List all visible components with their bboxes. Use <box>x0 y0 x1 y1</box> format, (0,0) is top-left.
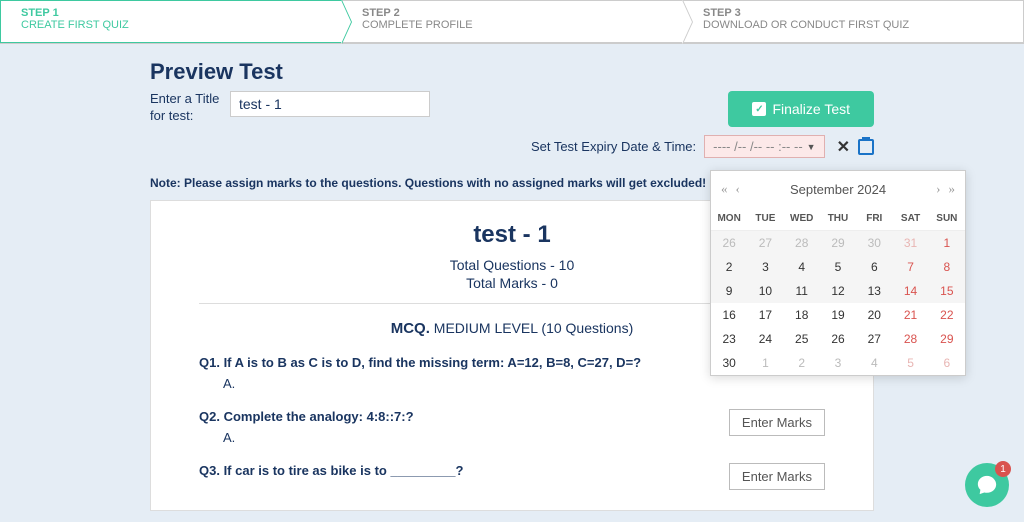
calendar-day[interactable]: 3 <box>747 255 783 279</box>
calendar-day[interactable]: 11 <box>784 279 820 303</box>
dow-header: WED <box>784 207 820 231</box>
expiry-placeholder: ---- /-- /-- -- :-- -- <box>713 139 803 154</box>
step-number: STEP 1 <box>21 7 321 19</box>
calendar-day[interactable]: 1 <box>747 351 783 375</box>
question-row: Q3. If car is to tire as bike is to ____… <box>199 463 825 490</box>
calendar-day[interactable]: 1 <box>929 231 965 255</box>
enter-marks-button[interactable]: Enter Marks <box>729 409 825 436</box>
option-a: A. <box>223 430 729 445</box>
calendar-last-button[interactable]: » <box>945 179 960 199</box>
section-meta: MEDIUM LEVEL (10 Questions) <box>434 320 633 336</box>
calendar-day[interactable]: 4 <box>856 351 892 375</box>
section-type: MCQ. <box>391 320 430 337</box>
calendar-day[interactable]: 20 <box>856 303 892 327</box>
question-row: Q2. Complete the analogy: 4:8::7:? A. En… <box>199 409 825 445</box>
step-1[interactable]: STEP 1 CREATE FIRST QUIZ <box>0 0 342 43</box>
calendar-day[interactable]: 2 <box>784 351 820 375</box>
calendar-day[interactable]: 16 <box>711 303 747 327</box>
step-number: STEP 3 <box>703 7 1003 19</box>
calendar-day[interactable]: 29 <box>820 231 856 255</box>
calendar-day[interactable]: 14 <box>892 279 928 303</box>
calendar-day[interactable]: 27 <box>856 327 892 351</box>
step-number: STEP 2 <box>362 7 662 19</box>
check-icon: ✓ <box>752 102 766 116</box>
calendar-day[interactable]: 3 <box>820 351 856 375</box>
finalize-test-button[interactable]: ✓ Finalize Test <box>728 91 874 127</box>
calendar-day[interactable]: 22 <box>929 303 965 327</box>
calendar-grid: MON TUE WED THU FRI SAT SUN <box>711 207 965 231</box>
calendar-day[interactable]: 5 <box>820 255 856 279</box>
calendar-day[interactable]: 6 <box>856 255 892 279</box>
calendar-day[interactable]: 24 <box>747 327 783 351</box>
calendar-day[interactable]: 5 <box>892 351 928 375</box>
calendar-day[interactable]: 4 <box>784 255 820 279</box>
expiry-label: Set Test Expiry Date & Time: <box>531 139 696 154</box>
calendar-toggle-icon[interactable] <box>858 139 874 155</box>
calendar-day[interactable]: 10 <box>747 279 783 303</box>
calendar-day[interactable]: 13 <box>856 279 892 303</box>
chat-button[interactable]: 1 <box>965 463 1009 507</box>
dow-header: MON <box>711 207 747 231</box>
calendar-day[interactable]: 31 <box>892 231 928 255</box>
calendar-day[interactable]: 19 <box>820 303 856 327</box>
chat-icon <box>976 474 998 496</box>
calendar-day[interactable]: 26 <box>820 327 856 351</box>
calendar-day[interactable]: 26 <box>711 231 747 255</box>
calendar-month-label: September 2024 <box>744 182 932 197</box>
step-title: COMPLETE PROFILE <box>362 19 662 31</box>
page-title: Preview Test <box>150 59 874 85</box>
calendar-day[interactable]: 28 <box>784 231 820 255</box>
question-text: Q3. If car is to tire as bike is to ____… <box>199 463 729 478</box>
calendar-first-button[interactable]: « <box>717 179 732 199</box>
dow-header: THU <box>820 207 856 231</box>
test-title-input[interactable] <box>230 91 430 117</box>
calendar-day[interactable]: 21 <box>892 303 928 327</box>
question-text: Q2. Complete the analogy: 4:8::7:? <box>199 409 729 424</box>
calendar-day[interactable]: 2 <box>711 255 747 279</box>
dow-header: SUN <box>929 207 965 231</box>
step-2[interactable]: STEP 2 COMPLETE PROFILE <box>342 0 683 43</box>
test-title-label: Enter a Title for test: <box>150 91 220 125</box>
clear-date-button[interactable]: ✕ <box>837 137 850 157</box>
calendar-day[interactable]: 6 <box>929 351 965 375</box>
step-title: CREATE FIRST QUIZ <box>21 19 321 31</box>
calendar-next-button[interactable]: › <box>932 179 944 199</box>
calendar-day[interactable]: 30 <box>711 351 747 375</box>
expiry-datetime-input[interactable]: ---- /-- /-- -- :-- -- ▼ <box>704 135 824 158</box>
calendar-prev-button[interactable]: ‹ <box>732 179 744 199</box>
dow-header: SAT <box>892 207 928 231</box>
chat-notification-badge: 1 <box>995 461 1011 477</box>
enter-marks-button[interactable]: Enter Marks <box>729 463 825 490</box>
calendar-day[interactable]: 18 <box>784 303 820 327</box>
calendar-day[interactable]: 9 <box>711 279 747 303</box>
calendar-day[interactable]: 7 <box>892 255 928 279</box>
calendar-day[interactable]: 30 <box>856 231 892 255</box>
calendar-day[interactable]: 28 <box>892 327 928 351</box>
calendar-day[interactable]: 23 <box>711 327 747 351</box>
option-a: A. <box>223 376 825 391</box>
finalize-label: Finalize Test <box>772 101 850 117</box>
chevron-down-icon: ▼ <box>807 142 816 152</box>
step-3[interactable]: STEP 3 DOWNLOAD OR CONDUCT FIRST QUIZ <box>683 0 1024 43</box>
calendar-day[interactable]: 25 <box>784 327 820 351</box>
progress-stepper: STEP 1 CREATE FIRST QUIZ STEP 2 COMPLETE… <box>0 0 1024 44</box>
calendar-day[interactable]: 17 <box>747 303 783 327</box>
calendar-day[interactable]: 29 <box>929 327 965 351</box>
dow-header: FRI <box>856 207 892 231</box>
date-picker-popup: « ‹ September 2024 › » MON TUE WED THU F… <box>710 170 966 376</box>
dow-header: TUE <box>747 207 783 231</box>
calendar-day[interactable]: 8 <box>929 255 965 279</box>
calendar-day[interactable]: 27 <box>747 231 783 255</box>
calendar-day[interactable]: 12 <box>820 279 856 303</box>
step-title: DOWNLOAD OR CONDUCT FIRST QUIZ <box>703 19 1003 31</box>
calendar-day[interactable]: 15 <box>929 279 965 303</box>
